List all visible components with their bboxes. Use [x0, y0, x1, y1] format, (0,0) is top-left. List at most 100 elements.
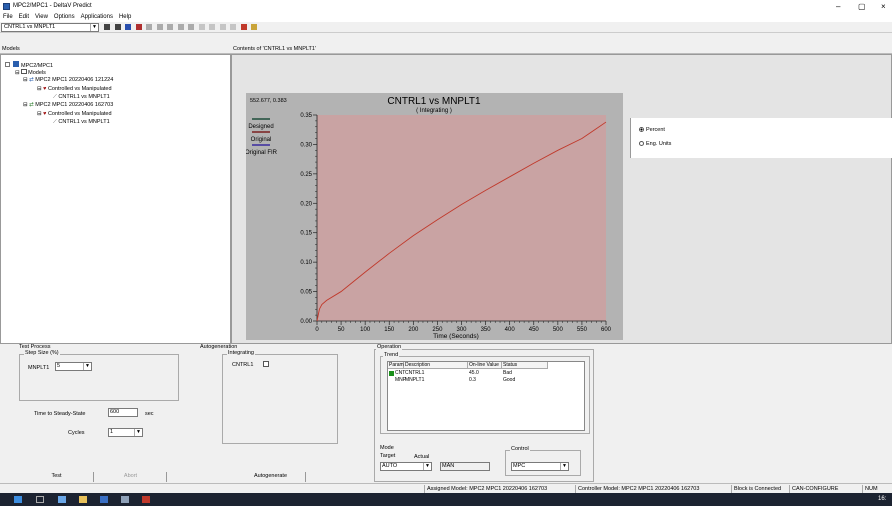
test-button[interactable]: Test [20, 472, 94, 482]
nav-first-icon[interactable] [146, 24, 152, 30]
folder-icon [21, 69, 28, 74]
models-pane-header: Models [0, 45, 231, 54]
legend-label[interactable]: Designed [248, 124, 273, 130]
pair-icon: ♥ [43, 86, 47, 92]
add-icon[interactable] [230, 24, 236, 30]
status-block-connected: Block is Connected [731, 485, 781, 493]
row-status: Good [503, 377, 516, 383]
target-mode-select[interactable]: AUTO ▼ [380, 462, 432, 471]
chart-title: CNTRL1 vs MNPLT1 [387, 96, 481, 107]
tree-cntrl1-vs-mnplt1-2[interactable]: ⟋ CNTRL1 vs MNPLT1 [53, 119, 110, 126]
time-ss-label: Time to Steady-State [34, 411, 86, 417]
x-tick-label: 0 [315, 327, 319, 333]
legend-label[interactable]: Original [251, 137, 272, 143]
x-tick-label: 300 [456, 327, 467, 333]
nav-prev-icon[interactable] [156, 24, 163, 30]
window-title: MPC2/MPC1 - DeltaV Predict [13, 3, 92, 9]
percent-radio[interactable]: Percent [639, 127, 665, 133]
print-icon[interactable] [114, 24, 121, 30]
task-view-icon[interactable] [36, 496, 44, 503]
nav-last-icon[interactable] [177, 24, 184, 30]
autogenerate-button[interactable]: Autogenerate [236, 472, 306, 482]
actual-mode-field: MAN [440, 462, 490, 471]
x-tick-label: 250 [432, 327, 443, 333]
radio-unselected-icon [639, 141, 644, 146]
toolbar: CNTRL1 vs MNPLT1 ▼ [0, 22, 892, 33]
col-param[interactable]: Param... [388, 362, 408, 369]
status-num: NUM [862, 485, 878, 493]
param-label: MNPLT1 [28, 365, 50, 371]
tree-model-162703[interactable]: ⊟ ⇄ MPC2 MPC1 20220406 162703 [23, 102, 113, 108]
step-size-select[interactable]: 5 ▼ [55, 362, 92, 371]
model-select[interactable]: CNTRL1 vs MNPLT1 ▼ [1, 23, 99, 32]
time-ss-input[interactable]: 600 [108, 408, 138, 417]
tree-cntrl1-vs-mnplt1-1[interactable]: ⟋ CNTRL1 vs MNPLT1 [53, 94, 110, 101]
merge-icon[interactable] [219, 24, 226, 30]
model-tree: MPC2/MPC1 ⊟ Models ⊟ ⇄ MPC2 MPC1 2022040… [0, 54, 231, 344]
pair-icon: ♥ [43, 111, 47, 117]
nav-end-icon[interactable] [188, 24, 194, 30]
split-icon[interactable] [209, 24, 215, 30]
download-icon[interactable] [125, 24, 131, 30]
legend-label[interactable]: Original FIR [245, 150, 278, 156]
app-1-icon[interactable] [58, 496, 66, 503]
x-tick-label: 100 [360, 327, 371, 333]
chevron-down-icon: ▼ [560, 463, 568, 470]
assigned-model-icon: ⇄ [29, 102, 34, 108]
col-description[interactable]: Description [404, 362, 468, 369]
minimize-button[interactable]: – [836, 2, 840, 11]
tree-controlled-vs-manipulated-1[interactable]: ⊟ ♥ Controlled vs Manipulated [37, 86, 112, 92]
model-icon[interactable] [135, 24, 142, 30]
row-online-value: 0.3 [469, 377, 476, 383]
trend-grid[interactable]: Param... Description On-line Value Statu… [387, 361, 585, 431]
abort-button[interactable]: Abort [95, 472, 167, 482]
menu-edit[interactable]: Edit [16, 13, 32, 22]
eng-units-radio[interactable]: Eng. Units [639, 141, 671, 147]
y-tick-label: 0.20 [300, 201, 312, 207]
lock-icon[interactable] [251, 24, 257, 30]
edit-icon[interactable] [198, 24, 205, 30]
close-button[interactable]: × [881, 2, 886, 11]
row-description: CNTRL1 [405, 370, 425, 376]
cntrl1-checkbox[interactable] [263, 361, 269, 367]
fire-icon[interactable] [240, 24, 247, 30]
step-response-chart[interactable]: 552.677, 0.383 CNTRL1 vs MNPLT1 ( Integr… [245, 93, 623, 340]
y-tick-label: 0.00 [300, 319, 312, 325]
tree-models-folder[interactable]: ⊟ Models [15, 69, 46, 76]
menu-file[interactable]: File [0, 13, 16, 22]
chevron-down-icon: ▼ [423, 463, 431, 470]
contents-pane-header: Contents of 'CNTRL1 vs MNPLT1' [231, 45, 892, 54]
y-tick-label: 0.15 [300, 231, 312, 237]
menu-applications[interactable]: Applications [78, 13, 116, 22]
model-icon: ⇄ [29, 77, 34, 83]
controller-icon [13, 61, 19, 67]
maximize-button[interactable]: ▢ [858, 2, 866, 11]
deltav-app-icon[interactable] [142, 496, 150, 503]
nav-next-icon[interactable] [167, 24, 173, 30]
menu-view[interactable]: View [32, 13, 51, 22]
y-tick-label: 0.30 [300, 142, 312, 148]
col-online-value[interactable]: On-line Value [468, 362, 502, 369]
file-explorer-icon[interactable] [79, 496, 87, 503]
app-2-icon[interactable] [100, 496, 108, 503]
menu-options[interactable]: Options [51, 13, 78, 22]
open-icon[interactable] [104, 24, 110, 30]
status-bar: Assigned Model: MPC2 MPC1 20220406 16270… [0, 483, 892, 493]
status-controller-model: Controller Model: MPC2 MPC1 20220406 162… [575, 485, 699, 493]
y-tick-label: 0.10 [300, 260, 312, 266]
windows-start-icon[interactable] [14, 496, 22, 503]
step-size-group [19, 354, 179, 401]
chevron-down-icon: ▼ [134, 429, 142, 436]
tree-root[interactable]: MPC2/MPC1 [5, 61, 53, 69]
chart-panel: 552.677, 0.383 CNTRL1 vs MNPLT1 ( Integr… [245, 93, 623, 340]
tree-model-121224[interactable]: ⊟ ⇄ MPC2 MPC1 20220406 121224 [23, 77, 113, 83]
title-bar: MPC2/MPC1 - DeltaV Predict – ▢ × [0, 0, 892, 13]
tree-controlled-vs-manipulated-2[interactable]: ⊟ ♥ Controlled vs Manipulated [37, 111, 112, 117]
app-icon [3, 3, 10, 10]
cycles-select[interactable]: 1 ▼ [108, 428, 143, 437]
app-3-icon[interactable] [121, 496, 129, 503]
control-select[interactable]: MPC ▼ [511, 462, 569, 471]
col-status[interactable]: Status [502, 362, 548, 369]
x-tick-label: 200 [408, 327, 419, 333]
menu-help[interactable]: Help [116, 13, 134, 22]
